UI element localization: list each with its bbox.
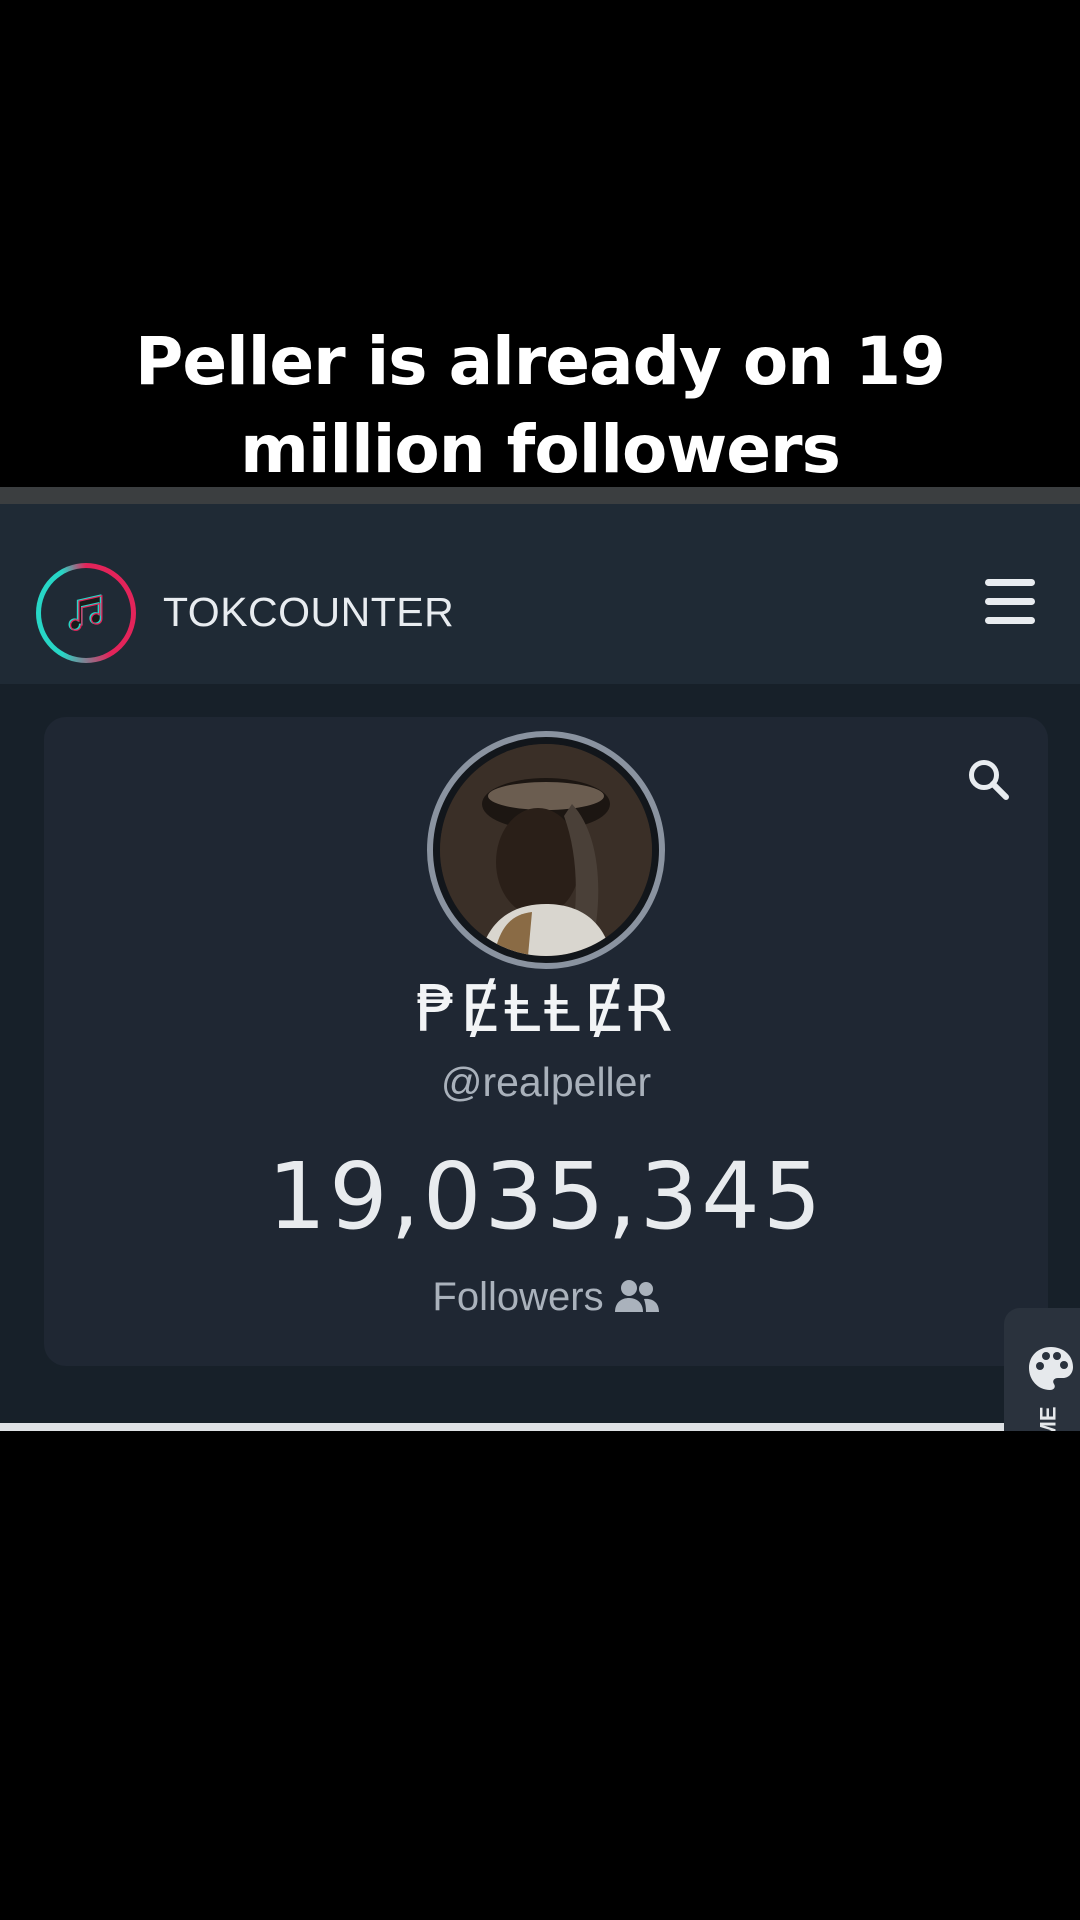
top-navbar: TOKCOUNTER (0, 504, 1080, 684)
display-name: ₱ɆⱠⱠɆɌ (415, 973, 677, 1047)
video-frame: Peller is already on 19 million follower… (0, 0, 1080, 1920)
caption-line-1: Peller is already on 19 (135, 323, 946, 400)
users-icon (614, 1280, 659, 1312)
video-caption: Peller is already on 19 million follower… (0, 318, 1080, 494)
tokcounter-logo[interactable] (36, 563, 136, 663)
theme-tab-label: ME (1035, 1406, 1061, 1432)
screen-top-edge (0, 487, 1080, 504)
palette-icon (1029, 1347, 1073, 1390)
follower-count: 19,035,345 (267, 1143, 825, 1250)
caption-line-2: million followers (240, 411, 841, 488)
tokcounter-screen: TOKCOUNTER ₱ɆⱠⱠɆɌ @realpeller 19,035,345… (0, 487, 1080, 1431)
theme-toggle-tab[interactable]: ME (1004, 1308, 1080, 1431)
screen-bottom-edge (0, 1423, 1004, 1431)
followers-label-row: Followers (0, 1269, 1080, 1325)
avatar[interactable] (440, 744, 652, 956)
followers-label: Followers (432, 1275, 604, 1319)
username-handle: @realpeller (440, 1059, 652, 1105)
brand-name[interactable]: TOKCOUNTER (163, 582, 454, 642)
hamburger-menu-icon[interactable] (985, 579, 1035, 625)
music-note-icon (68, 594, 103, 631)
search-icon[interactable] (966, 757, 1010, 801)
